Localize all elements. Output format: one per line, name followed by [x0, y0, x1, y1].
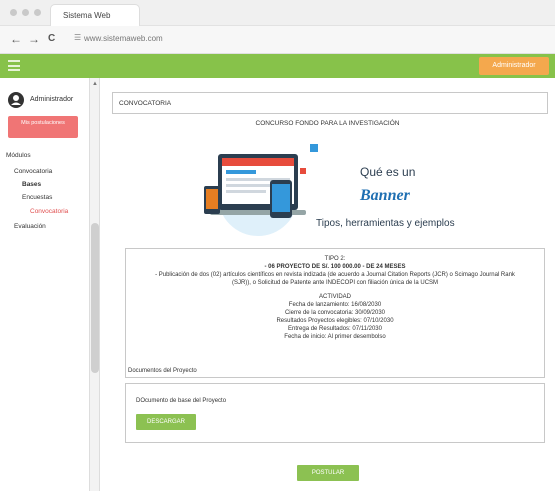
publication-line-1: - Publicación de dos (02) artículos cien…: [155, 272, 515, 278]
launch-date: Fecha de lanzamiento: 16/08/2030: [288, 302, 382, 308]
user-avatar-icon: [8, 92, 24, 108]
admin-button[interactable]: Administrador: [479, 57, 549, 75]
sidebar-item-convocatoria-active[interactable]: Convocatoria: [30, 208, 68, 215]
browser-titlebar: Sistema Web: [0, 0, 555, 26]
page-info-icon[interactable]: ☰: [74, 33, 81, 42]
sidebar-item-evaluacion[interactable]: Evaluación: [14, 223, 46, 230]
modules-label: Módulos: [6, 152, 31, 159]
contest-info-box: TIPO 2: - 06 PROYECTO DE S/. 100 000.00 …: [125, 248, 545, 378]
contest-title: CONCURSO FONDO PARA LA INVESTIGACIÓN: [255, 120, 400, 127]
documents-box: DOcumento de base del Proyecto DESCARGAR: [125, 383, 545, 443]
browser-tab[interactable]: Sistema Web: [50, 4, 140, 26]
start-date: Fecha de inicio: Al primer desembolso: [284, 334, 386, 340]
sidebar: Administrador Mis postulaciones Módulos …: [0, 78, 90, 491]
document-name: DOcumento de base del Proyecto: [136, 398, 227, 404]
banner-line-1: Qué es un: [360, 165, 415, 179]
scrollbar-thumb[interactable]: [91, 223, 99, 373]
close-window-button[interactable]: [10, 9, 17, 16]
sidebar-item-bases[interactable]: Bases: [22, 181, 41, 188]
sidebar-item-convocatoria[interactable]: Convocatoria: [14, 168, 52, 175]
download-button[interactable]: DESCARGAR: [136, 414, 196, 430]
banner-image: Qué es un Banner Tipos, herramientas y e…: [204, 144, 455, 236]
section-title: CONVOCATORIA: [119, 100, 172, 107]
maximize-window-button[interactable]: [34, 9, 41, 16]
hamburger-menu-icon[interactable]: [8, 60, 20, 71]
my-applications-button[interactable]: Mis postulaciones: [8, 116, 78, 138]
publication-line-2: (SJR)), o Solicitud de Patente ante INDE…: [231, 280, 439, 286]
type-title: TIPO 2:: [324, 256, 346, 262]
sidebar-item-encuestas[interactable]: Encuestas: [22, 194, 52, 201]
reload-button[interactable]: C: [48, 32, 55, 46]
forward-button[interactable]: →: [28, 32, 40, 46]
eligible-results-date: Resultados Proyectos elegibles: 07/10/20…: [276, 318, 394, 324]
browser-navbar: ← → C ☰ www.sistemaweb.com: [0, 26, 555, 54]
window-controls[interactable]: [10, 9, 41, 16]
apply-button[interactable]: POSTULAR: [297, 465, 359, 481]
sidebar-scrollbar[interactable]: ▲: [90, 78, 100, 491]
minimize-window-button[interactable]: [22, 9, 29, 16]
results-delivery-date: Entrega de Resultados: 07/11/2030: [288, 326, 382, 332]
activity-title: ACTIVIDAD: [318, 294, 351, 300]
url-bar[interactable]: www.sistemaweb.com: [84, 34, 163, 43]
banner-line-2: Banner: [359, 187, 411, 204]
user-name: Administrador: [30, 96, 74, 103]
close-date: Cierre de la convocatoria: 30/09/2030: [284, 310, 386, 316]
section-header: CONVOCATORIA: [112, 92, 548, 114]
scroll-up-icon[interactable]: ▲: [91, 80, 99, 88]
banner-line-3: Tipos, herramientas y ejemplos: [316, 218, 455, 229]
main-content: CONVOCATORIA CONCURSO FONDO PARA LA INVE…: [100, 78, 555, 491]
back-button[interactable]: ←: [10, 32, 22, 46]
app-header: Administrador: [0, 54, 555, 78]
project-line: - 06 PROYECTO DE S/. 100 000.00 - DE 24 …: [264, 264, 406, 270]
docs-label: Documentos del Proyecto: [128, 368, 197, 374]
